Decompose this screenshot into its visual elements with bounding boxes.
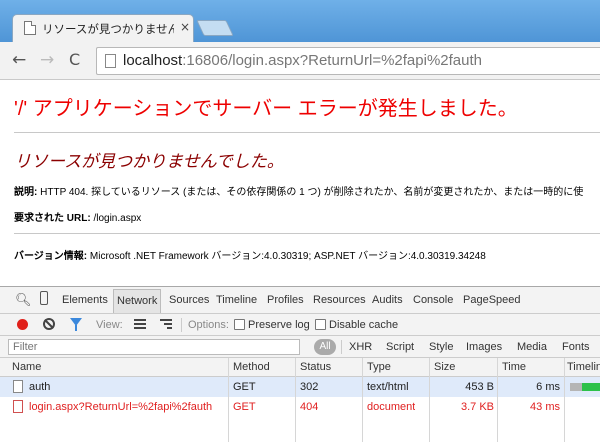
record-icon[interactable] (17, 319, 28, 330)
column-divider[interactable] (564, 358, 565, 442)
timeline-waiting-bar (570, 383, 582, 391)
preserve-log-label[interactable]: Preserve log (248, 319, 310, 331)
error-description: 説明: HTTP 404. 探しているリソース (または、その依存関係の 1 つ… (14, 183, 583, 198)
clear-icon[interactable] (43, 318, 55, 330)
tab-strip: リソースが見つかりませんでした × (0, 0, 600, 42)
tab-profiles[interactable]: Profiles (267, 294, 304, 306)
version-info: バージョン情報: Microsoft .NET Framework バージョン:… (14, 247, 486, 262)
table-row[interactable]: auth GET 302 text/html 453 B 6 ms (0, 377, 600, 397)
toolbar-divider (341, 340, 342, 354)
type-filter-media[interactable]: Media (517, 341, 547, 353)
column-header-type[interactable]: Type (367, 361, 391, 373)
filter-bar: All XHR Script Style Images Media Fonts (0, 336, 600, 358)
type-filter-script[interactable]: Script (386, 341, 414, 353)
options-label: Options: (188, 319, 229, 331)
filter-input[interactable] (8, 339, 300, 355)
document-icon (13, 400, 23, 413)
tab-console[interactable]: Console (413, 294, 453, 306)
request-time: 6 ms (536, 381, 560, 393)
preserve-log-checkbox[interactable] (234, 319, 245, 330)
tab-title: リソースが見つかりませんでした (42, 22, 174, 36)
type-filter-xhr[interactable]: XHR (349, 341, 372, 353)
overview-icon[interactable] (160, 319, 172, 329)
tab-elements[interactable]: Elements (62, 294, 108, 306)
requested-url: 要求された URL: /login.aspx (14, 209, 141, 224)
column-header-time[interactable]: Time (502, 361, 526, 373)
network-request-table: Name Method Status Type Size Time Timeli… (0, 358, 600, 442)
large-rows-icon[interactable] (134, 319, 146, 329)
address-url[interactable]: localhost:16806/login.aspx?ReturnUrl=%2f… (123, 52, 482, 69)
error-subheading: リソースが見つかりませんでした。 (14, 152, 284, 171)
disable-cache-checkbox[interactable] (315, 319, 326, 330)
tab-network[interactable]: Network (113, 289, 162, 313)
tab-audits[interactable]: Audits (372, 294, 403, 306)
request-size: 453 B (465, 381, 494, 393)
tab-timeline[interactable]: Timeline (216, 294, 257, 306)
new-tab-button[interactable] (196, 20, 234, 36)
version-label: バージョン情報: (14, 251, 88, 262)
type-filter-all[interactable]: All (314, 339, 336, 355)
url-path: :16806/login.aspx?ReturnUrl=%2fapi%2faut… (182, 52, 482, 69)
version-value: Microsoft .NET Framework バージョン:4.0.30319… (89, 251, 486, 262)
document-icon (13, 380, 23, 393)
column-header-size[interactable]: Size (434, 361, 455, 373)
url-host: localhost (123, 52, 183, 69)
browser-tab[interactable]: リソースが見つかりませんでした × (12, 14, 194, 42)
column-divider[interactable] (362, 358, 363, 442)
network-toolbar: View: Options: Preserve log Disable cach… (0, 314, 600, 336)
timeline-receiving-bar (582, 383, 600, 391)
request-method: GET (233, 381, 256, 393)
request-time: 43 ms (530, 401, 560, 413)
devtools-panel: 🔍︎ Elements Network Sources Timeline Pro… (0, 286, 600, 442)
page-favicon-icon (24, 21, 36, 35)
table-header: Name Method Status Type Size Time Timeli… (0, 358, 600, 377)
column-divider[interactable] (497, 358, 498, 442)
devtools-tab-bar: 🔍︎ Elements Network Sources Timeline Pro… (0, 287, 600, 314)
filter-icon[interactable] (70, 318, 82, 331)
reload-icon[interactable]: C (69, 51, 80, 69)
request-status: 404 (300, 401, 319, 413)
divider (14, 233, 600, 234)
requested-url-label: 要求された URL: (14, 213, 91, 224)
request-name[interactable]: auth (29, 381, 224, 393)
column-header-status[interactable]: Status (300, 361, 331, 373)
column-divider[interactable] (295, 358, 296, 442)
request-name[interactable]: login.aspx?ReturnUrl=%2fapi%2fauth (29, 401, 224, 413)
view-label: View: (96, 319, 123, 331)
column-header-name[interactable]: Name (12, 361, 41, 373)
tab-pagespeed[interactable]: PageSpeed (463, 294, 521, 306)
page-content: '/' アプリケーションでサーバー エラーが発生しました。 リソースが見つかりま… (0, 81, 600, 286)
request-status: 302 (300, 381, 319, 393)
address-bar[interactable]: localhost:16806/login.aspx?ReturnUrl=%2f… (96, 47, 600, 75)
disable-cache-label[interactable]: Disable cache (329, 319, 398, 331)
type-filter-style[interactable]: Style (429, 341, 453, 353)
tab-sources[interactable]: Sources (169, 294, 209, 306)
request-type: document (367, 401, 416, 413)
type-filter-images[interactable]: Images (466, 341, 502, 353)
tab-close-icon[interactable]: × (180, 20, 190, 34)
column-divider[interactable] (228, 358, 229, 442)
toolbar-divider (181, 318, 182, 332)
server-error-heading: '/' アプリケーションでサーバー エラーが発生しました。 (14, 98, 518, 120)
request-type: text/html (367, 381, 409, 393)
column-header-method[interactable]: Method (233, 361, 270, 373)
page-info-icon[interactable] (105, 54, 116, 68)
inspect-element-icon[interactable]: 🔍︎ (15, 292, 32, 308)
column-divider[interactable] (429, 358, 430, 442)
back-arrow-icon[interactable]: ← (12, 51, 26, 69)
description-label: 説明: (14, 187, 38, 198)
type-filter-fonts[interactable]: Fonts (562, 341, 590, 353)
request-size: 3.7 KB (460, 401, 494, 413)
tab-resources[interactable]: Resources (313, 294, 366, 306)
divider (14, 132, 600, 133)
device-mode-icon[interactable] (40, 291, 48, 305)
table-row[interactable]: login.aspx?ReturnUrl=%2fapi%2fauth GET 4… (0, 397, 600, 417)
forward-arrow-icon[interactable]: → (40, 51, 54, 69)
description-text: HTTP 404. 探しているリソース (または、その依存関係の 1 つ) が削… (40, 187, 584, 198)
browser-toolbar: ← → C localhost:16806/login.aspx?ReturnU… (0, 42, 600, 80)
column-header-timeline[interactable]: Timeline (567, 361, 600, 373)
requested-url-value: /login.aspx (93, 213, 142, 224)
request-method: GET (233, 401, 256, 413)
